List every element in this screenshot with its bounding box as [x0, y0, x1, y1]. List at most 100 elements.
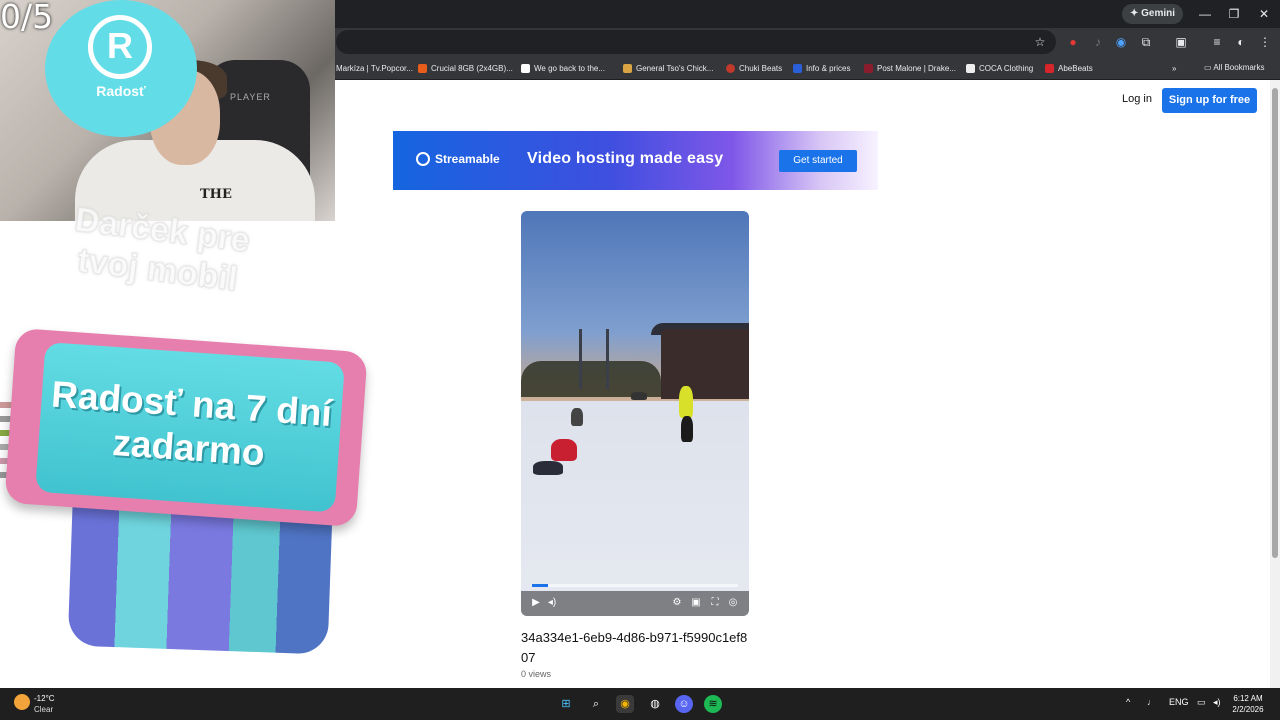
promo-graphic: Radosť na 7 dní zadarmo — [4, 327, 368, 660]
bookmark-label: Crucial 8GB (2x4GB)... — [431, 63, 513, 73]
bookmark-item[interactable]: General Tso's Chick... — [623, 60, 713, 76]
promo-phone-screen: Radosť na 7 dní zadarmo — [35, 341, 345, 513]
video-controls: ▶ ◂) ⚙ ▣ ⛶ ◎ — [521, 591, 749, 616]
clock-time: 6:12 AM — [1233, 694, 1263, 703]
favicon-icon — [793, 63, 802, 73]
menu-icon[interactable]: ⋮ — [1256, 33, 1274, 51]
banner-brand: Streamable — [435, 152, 500, 166]
discord-icon[interactable]: ☺ — [675, 695, 693, 713]
video-frame — [661, 329, 749, 399]
close-icon[interactable]: ✕ — [1254, 4, 1274, 24]
page-scrollbar[interactable] — [1270, 80, 1280, 688]
extension-icon[interactable]: ◉ — [1112, 33, 1130, 51]
bookmark-label: Chuki Beats — [739, 63, 783, 73]
bookmark-item[interactable]: Markíza | Tv.Popcor... — [336, 60, 413, 76]
favicon-icon — [966, 63, 975, 73]
get-started-button[interactable]: Get started — [779, 150, 857, 172]
speaker-icon[interactable]: ◂) — [1213, 697, 1221, 708]
spotify-icon[interactable]: ≋ — [704, 695, 722, 713]
star-icon[interactable]: ☆ — [1031, 33, 1049, 51]
bookmark-label: We go back to the... — [534, 63, 606, 73]
network-icon[interactable]: ▭ — [1197, 697, 1206, 708]
address-bar[interactable] — [336, 30, 1056, 54]
weather-condition[interactable]: Clear — [34, 705, 53, 714]
volume-icon[interactable]: ◂) — [544, 595, 560, 611]
more-bookmarks-icon[interactable]: » — [1172, 60, 1176, 76]
gift-box — [67, 505, 333, 655]
language-indicator[interactable]: ENG — [1169, 697, 1189, 707]
windows-taskbar: -12°C Clear ⊞ ⌕ ◉ ◍ ☺ ≋ ^ ♩ ENG ▭ ◂) 6:1… — [0, 688, 1280, 720]
bookmark-item[interactable]: Crucial 8GB (2x4GB)... — [418, 60, 513, 76]
tray-overflow-icon[interactable]: ^ — [1126, 697, 1130, 707]
weather-moon-icon[interactable] — [14, 694, 30, 710]
favicon-icon — [726, 63, 735, 73]
video-views: 0 views — [521, 669, 552, 679]
restore-icon[interactable]: ❐ — [1224, 4, 1244, 24]
folder-icon: ▭ — [1204, 63, 1212, 72]
bookmark-item[interactable]: Info & prices — [793, 60, 850, 76]
play-icon[interactable]: ▶ — [528, 595, 544, 611]
split-view-icon[interactable]: ▣ — [1172, 33, 1190, 51]
minimize-icon[interactable]: — — [1195, 4, 1215, 24]
scrollbar-thumb[interactable] — [1272, 88, 1278, 558]
video-progress-fill — [532, 584, 549, 587]
all-bookmarks-label: All Bookmarks — [1213, 63, 1265, 72]
favicon-icon — [1045, 63, 1054, 73]
radost-logo-wordmark: Radosť — [96, 83, 146, 99]
video-title: 34a334e1-6eb9-4d86-b971-f5990c1ef807 — [521, 630, 748, 665]
favicon-icon — [418, 63, 427, 73]
fullscreen-icon[interactable]: ⛶ — [707, 595, 723, 611]
extension-icon[interactable]: ● — [1064, 33, 1082, 51]
obs-icon[interactable]: ◍ — [646, 695, 664, 713]
media-icon[interactable]: ≡ — [1208, 33, 1226, 51]
search-icon[interactable]: ⌕ — [587, 695, 605, 713]
video-progress-bar[interactable] — [532, 584, 738, 587]
bookmark-label: COCA Clothing — [979, 63, 1034, 73]
chrome-icon[interactable]: ◉ — [616, 695, 634, 713]
settings-icon[interactable]: ⚙ — [669, 595, 685, 611]
windows-start-icon[interactable]: ⊞ — [557, 695, 575, 713]
bookmark-item[interactable]: COCA Clothing — [966, 60, 1033, 76]
promo-text: Radosť na 7 dní zadarmo — [50, 373, 334, 474]
radost-logo: R Radosť — [45, 0, 197, 137]
bookmark-label: General Tso's Chick... — [636, 63, 714, 73]
video-frame — [579, 329, 609, 389]
video-frame — [631, 392, 647, 400]
signup-button[interactable]: Sign up for free — [1162, 88, 1257, 113]
bookmark-label: Markíza | Tv.Popcor... — [336, 63, 413, 73]
shirt-print: THE — [200, 187, 232, 202]
streamable-logo[interactable]: Streamable — [416, 152, 500, 166]
clock-date: 2/2/2026 — [1232, 705, 1264, 714]
promo-phone: Radosť na 7 dní zadarmo — [4, 327, 368, 528]
login-link[interactable]: Log in — [1122, 93, 1152, 105]
weather-temperature[interactable]: -12°C — [34, 694, 55, 703]
microphone-icon[interactable]: ♩ — [1147, 697, 1156, 707]
webcam-overlay: PLAYER THE R Radosť 0/5 — [0, 0, 335, 221]
favicon-icon — [864, 63, 873, 73]
chair-label: PLAYER — [230, 92, 271, 102]
system-clock[interactable]: 6:12 AM 2/2/2026 — [1226, 693, 1270, 715]
extension-icon[interactable]: ♪ — [1089, 33, 1107, 51]
gemini-button[interactable]: ✦ Gemini — [1122, 4, 1184, 24]
picture-in-picture-icon[interactable]: ▣ — [688, 595, 704, 611]
promo-banner[interactable]: Streamable Video hosting made easy Get s… — [393, 131, 878, 190]
video-player[interactable]: ▶ ◂) ⚙ ▣ ⛶ ◎ — [521, 211, 749, 616]
bookmark-item[interactable]: We go back to the... — [521, 60, 605, 76]
profile-icon[interactable]: ◐ — [1232, 33, 1250, 51]
goal-counter: 0/5 — [0, 0, 54, 36]
all-bookmarks-folder[interactable]: ▭ All Bookmarks — [1204, 60, 1264, 76]
banner-tagline: Video hosting made easy — [527, 150, 724, 167]
bookmark-item[interactable]: Post Malone | Drake... — [864, 60, 956, 76]
bookmark-item[interactable]: AbeBeats — [1045, 60, 1093, 76]
streamable-logo-icon — [416, 152, 430, 166]
google-icon — [521, 63, 530, 73]
streamable-logo-icon[interactable]: ◎ — [725, 595, 741, 611]
video-frame — [551, 439, 577, 461]
video-frame — [679, 386, 693, 418]
radost-logo-icon: R — [88, 15, 152, 79]
video-frame — [533, 461, 563, 475]
puzzle-icon[interactable]: ⧉ — [1137, 33, 1155, 51]
video-frame — [571, 408, 583, 426]
bookmark-item[interactable]: Chuki Beats — [726, 60, 782, 76]
bookmark-label: Info & prices — [806, 63, 851, 73]
